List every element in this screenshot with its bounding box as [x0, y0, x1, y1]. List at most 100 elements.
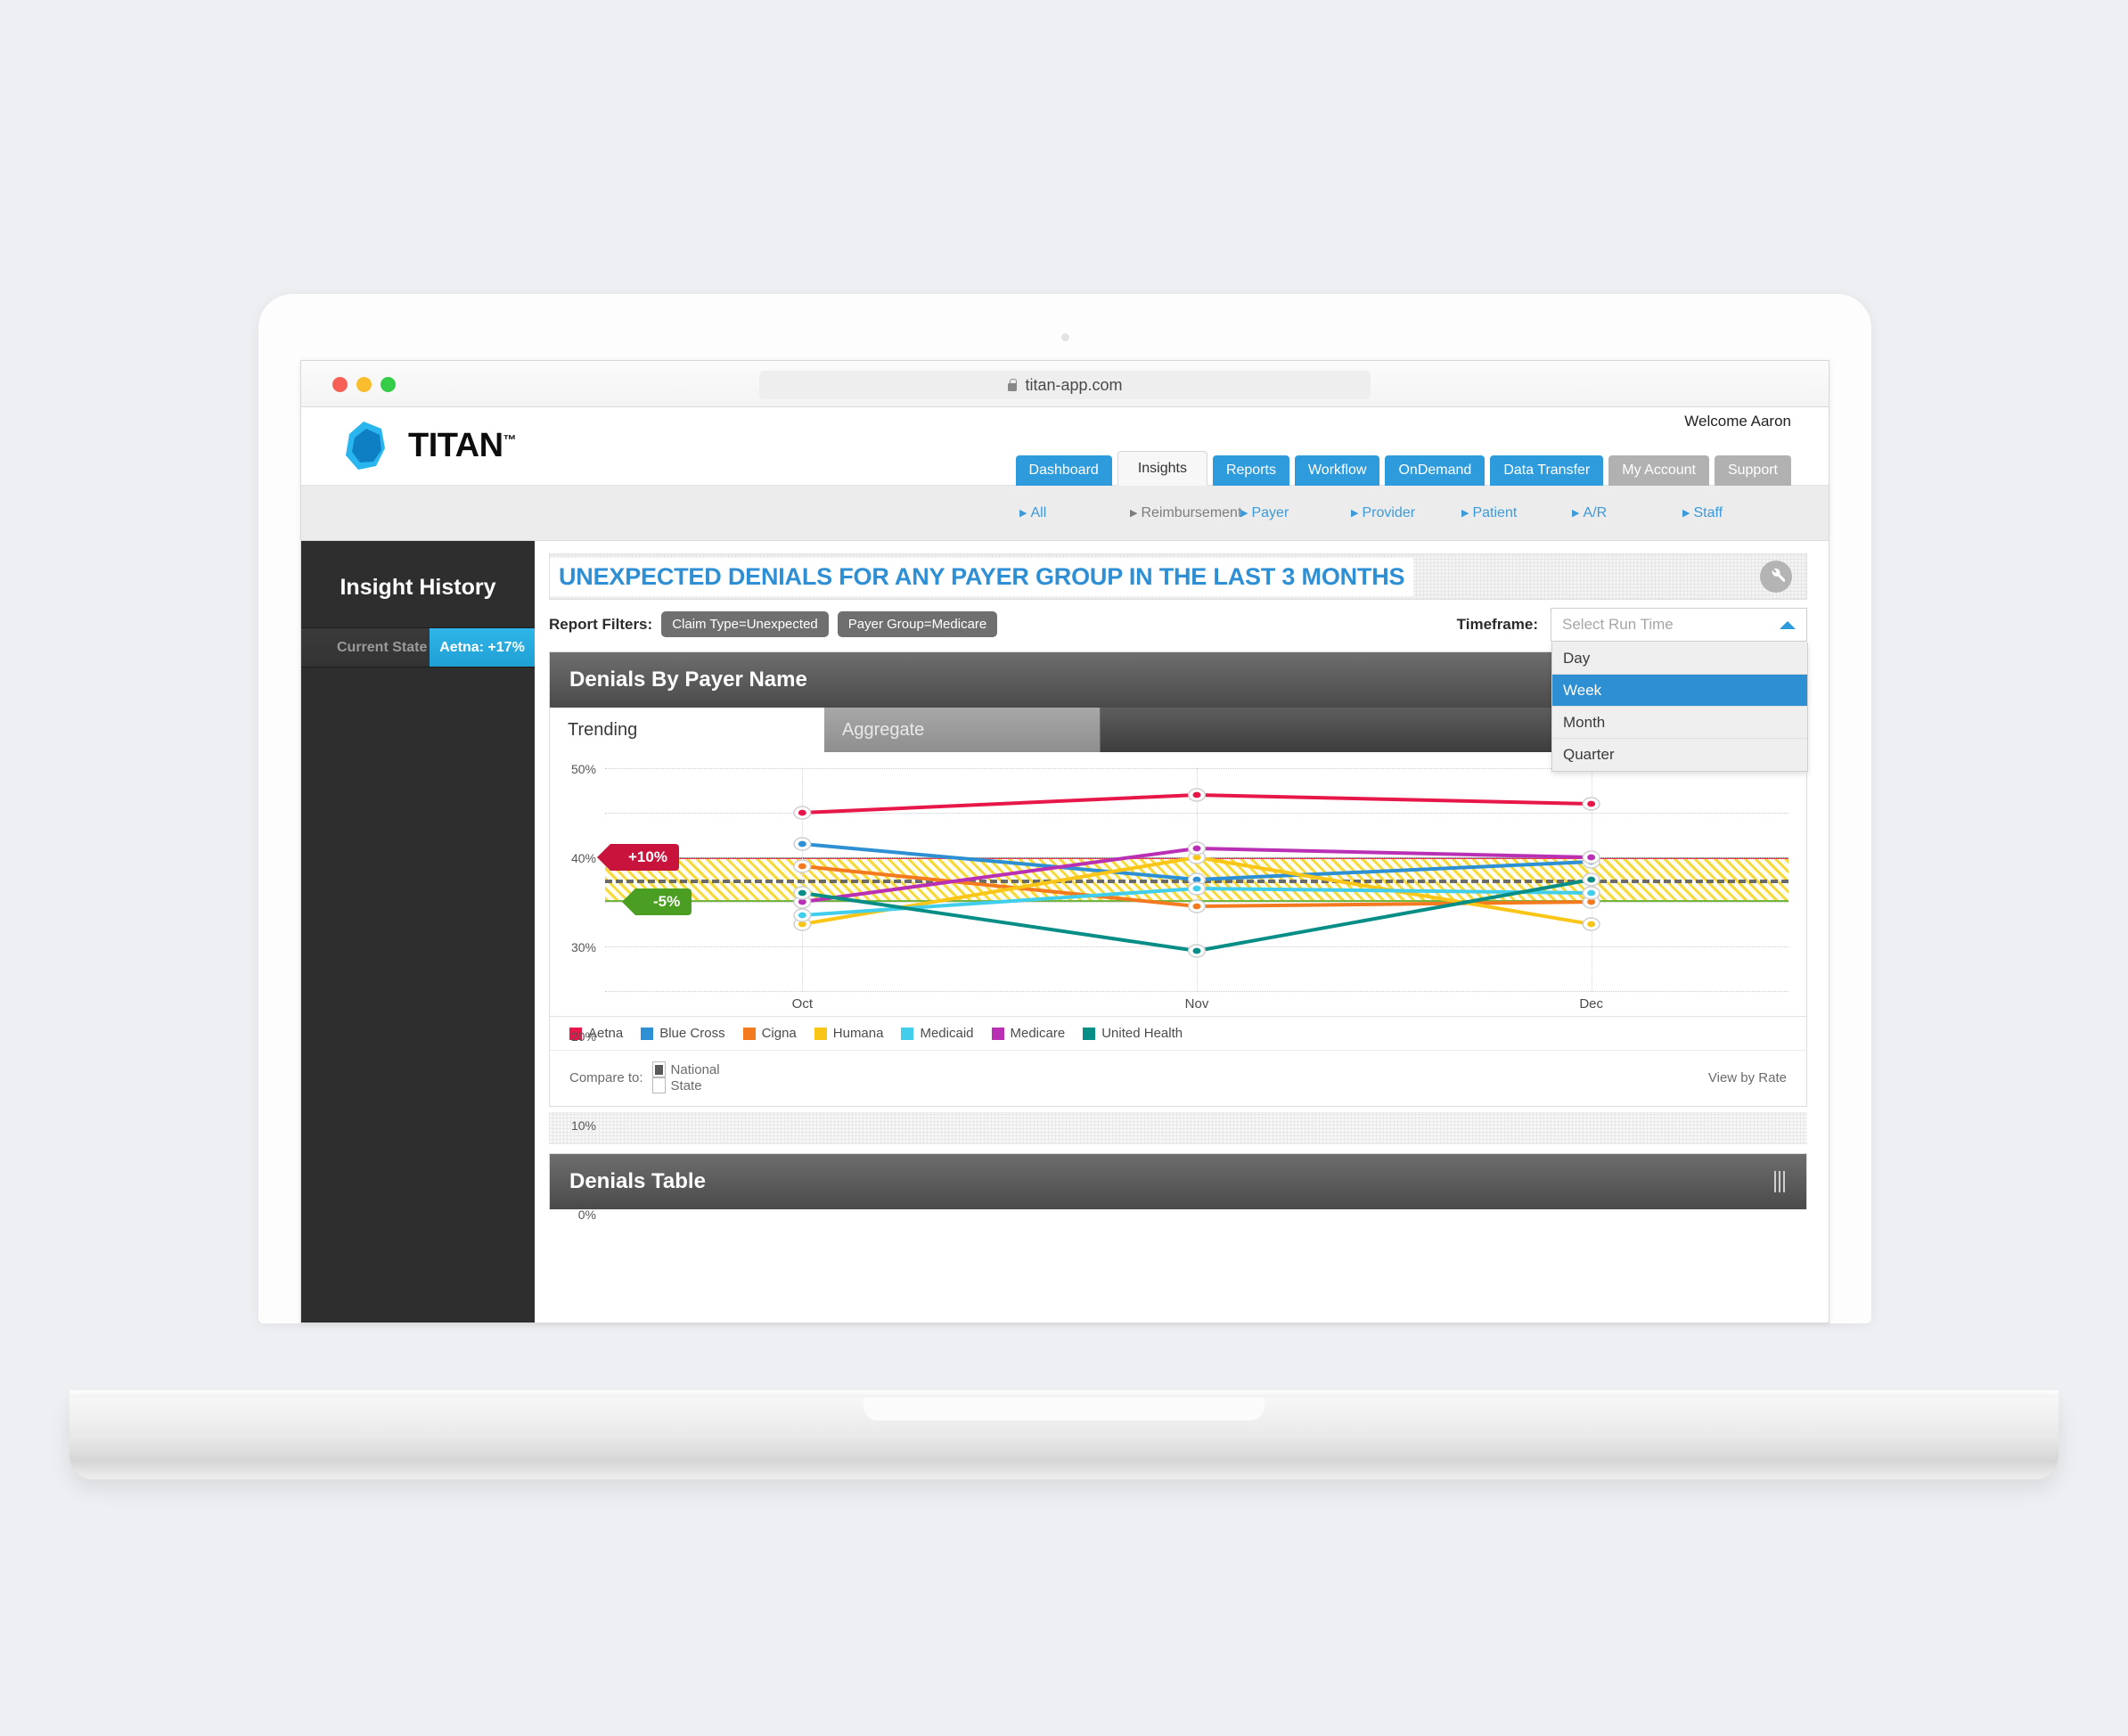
brand-logo-block[interactable]: TITAN™ [337, 416, 517, 475]
checkbox-icon[interactable] [651, 1077, 666, 1093]
window-maximize-button[interactable] [381, 377, 396, 392]
y-axis-tick-label: 30% [570, 940, 596, 954]
y-axis-tick-label: 10% [570, 1118, 596, 1133]
app-header: TITAN™ Welcome Aaron Dashboard Insights Re… [301, 407, 1829, 486]
subnav-item-label: Provider [1362, 504, 1416, 520]
main-content: UNEXPECTED DENIALS FOR ANY PAYER GROUP I… [535, 541, 1829, 1322]
laptop-base [70, 1397, 2058, 1479]
main-nav-tabs: Dashboard Insights Reports Workflow OnDemand… [1015, 451, 1791, 486]
chart-point-marker[interactable] [1583, 851, 1600, 864]
legend-label: Humana [832, 1026, 884, 1041]
chart-point-marker[interactable] [794, 807, 811, 819]
resize-grip-icon[interactable] [1774, 1171, 1787, 1192]
insight-row-label: Current State [337, 639, 428, 655]
timeframe-option-month[interactable]: Month [1552, 707, 1807, 739]
legend-label: Blue Cross [659, 1026, 725, 1041]
timeframe-dropdown-menu: Day Week Month Quarter [1551, 643, 1808, 772]
chart-point-marker[interactable] [1583, 798, 1600, 810]
compare-option-national[interactable]: National [651, 1061, 720, 1077]
address-bar[interactable]: titan-app.com [759, 371, 1371, 399]
filter-chip[interactable]: Payer Group=Medicare [837, 611, 998, 637]
subnav-item-staff[interactable]: ▶ Staff [1682, 505, 1793, 521]
subnav-item-provider[interactable]: ▶ Provider [1351, 505, 1461, 521]
y-axis-tick-label: 0% [577, 1208, 596, 1222]
tab-trending[interactable]: Trending [550, 708, 824, 752]
subnav-item-payer[interactable]: ▶ Payer [1240, 505, 1351, 521]
legend-swatch-icon [742, 1027, 756, 1040]
timeframe-option-day[interactable]: Day [1552, 643, 1807, 675]
compare-to-options: National State [651, 1061, 738, 1093]
lock-icon [1007, 378, 1018, 392]
chart-point-marker[interactable] [1583, 918, 1600, 930]
chart-point-marker[interactable] [1189, 882, 1206, 895]
tab-aggregate[interactable]: Aggregate [824, 708, 1101, 752]
insight-history-row[interactable]: Current State Aetna: +17% [301, 628, 535, 667]
chart-point-marker[interactable] [1189, 789, 1206, 801]
caret-right-icon: ▶ [1572, 507, 1580, 519]
x-axis-tick-label: Dec [1579, 996, 1603, 1011]
wrench-icon[interactable] [1760, 561, 1792, 593]
main-tab-my-account[interactable]: My Account [1608, 455, 1709, 486]
timeframe-control: Timeframe: Select Run Time Day Week Month Q… [1457, 608, 1808, 772]
titan-hexagon-logo [346, 422, 385, 470]
main-tab-data-transfer[interactable]: Data Transfer [1490, 455, 1604, 486]
brand-name: TITAN [408, 427, 503, 464]
timeframe-option-quarter[interactable]: Quarter [1552, 739, 1807, 771]
subnav-item-label: Patient [1472, 504, 1518, 520]
filter-chip[interactable]: Claim Type=Unexpected [661, 611, 829, 637]
main-tab-workflow[interactable]: Workflow [1294, 455, 1380, 486]
subnav-item-a-r[interactable]: ▶ A/R [1572, 505, 1682, 521]
legend-item[interactable]: Blue Cross [641, 1026, 725, 1041]
window-close-button[interactable] [332, 377, 348, 392]
main-tab-dashboard[interactable]: Dashboard [1015, 455, 1112, 486]
panel-divider [549, 1112, 1807, 1144]
caret-right-icon: ▶ [1130, 507, 1138, 519]
insight-row-value: Aetna: +17% [430, 628, 535, 667]
view-by-rate-link[interactable]: View by Rate [1708, 1070, 1787, 1085]
subnav-item-reimbursement[interactable]: ▶ Reimbursement [1130, 505, 1241, 521]
chart-point-marker[interactable] [1189, 945, 1206, 957]
timeframe-select[interactable]: Select Run Time Day Week Month Quarter [1551, 608, 1808, 772]
main-tab-insights[interactable]: Insights [1117, 451, 1207, 486]
chart-point-marker[interactable] [794, 887, 811, 899]
denials-table-header: Denials Table [550, 1154, 1806, 1209]
main-tab-support[interactable]: Support [1714, 455, 1791, 486]
legend-item[interactable]: Medicare [991, 1026, 1065, 1041]
chart-point-marker[interactable] [1189, 842, 1206, 855]
chart-point-marker[interactable] [1583, 873, 1600, 886]
chart-point-marker[interactable] [794, 860, 811, 872]
welcome-user-label: Welcome Aaron [1684, 413, 1791, 430]
legend-item[interactable]: United Health [1083, 1026, 1183, 1041]
chart-point-marker[interactable] [1583, 887, 1600, 899]
compare-option-state[interactable]: State [651, 1077, 720, 1093]
legend-item[interactable]: Medicaid [901, 1026, 974, 1041]
legend-label: Cigna [761, 1026, 797, 1041]
chart-legend: Aetna Blue Cross Cigna Humana Medicaid Medica… [550, 1016, 1806, 1050]
main-tab-ondemand[interactable]: OnDemand [1385, 455, 1486, 486]
subnav-item-all[interactable]: ▶ All [1019, 505, 1130, 521]
subnav-item-patient[interactable]: ▶ Patient [1461, 505, 1572, 521]
chevron-up-icon [1780, 621, 1796, 629]
chart-point-marker[interactable] [794, 909, 811, 921]
page-title: UNEXPECTED DENIALS FOR ANY PAYER GROUP I… [550, 557, 1414, 596]
window-minimize-button[interactable] [356, 377, 372, 392]
chart-point-marker[interactable] [794, 838, 811, 850]
y-axis-tick-label: 50% [570, 762, 596, 776]
sidebar-title: Insight History [301, 541, 535, 628]
band-lower-flag: -5% [621, 888, 692, 915]
chart-point-marker[interactable] [1189, 900, 1206, 913]
timeframe-option-week[interactable]: Week [1552, 675, 1807, 707]
caret-right-icon: ▶ [1682, 507, 1690, 519]
checkbox-icon[interactable] [651, 1061, 666, 1077]
legend-swatch-icon [814, 1027, 827, 1040]
legend-swatch-icon [641, 1027, 654, 1040]
legend-item[interactable]: Cigna [742, 1026, 797, 1041]
compare-option-label: National [670, 1061, 720, 1077]
legend-label: Medicaid [920, 1026, 974, 1041]
compare-to-row: Compare to: National State View by Rate [550, 1050, 1806, 1106]
denials-table-title: Denials Table [569, 1169, 706, 1193]
legend-item[interactable]: Humana [814, 1026, 884, 1041]
main-tab-reports[interactable]: Reports [1212, 455, 1289, 486]
chart-gridline: 0% [578, 991, 1788, 1222]
url-text: titan-app.com [1025, 375, 1123, 394]
